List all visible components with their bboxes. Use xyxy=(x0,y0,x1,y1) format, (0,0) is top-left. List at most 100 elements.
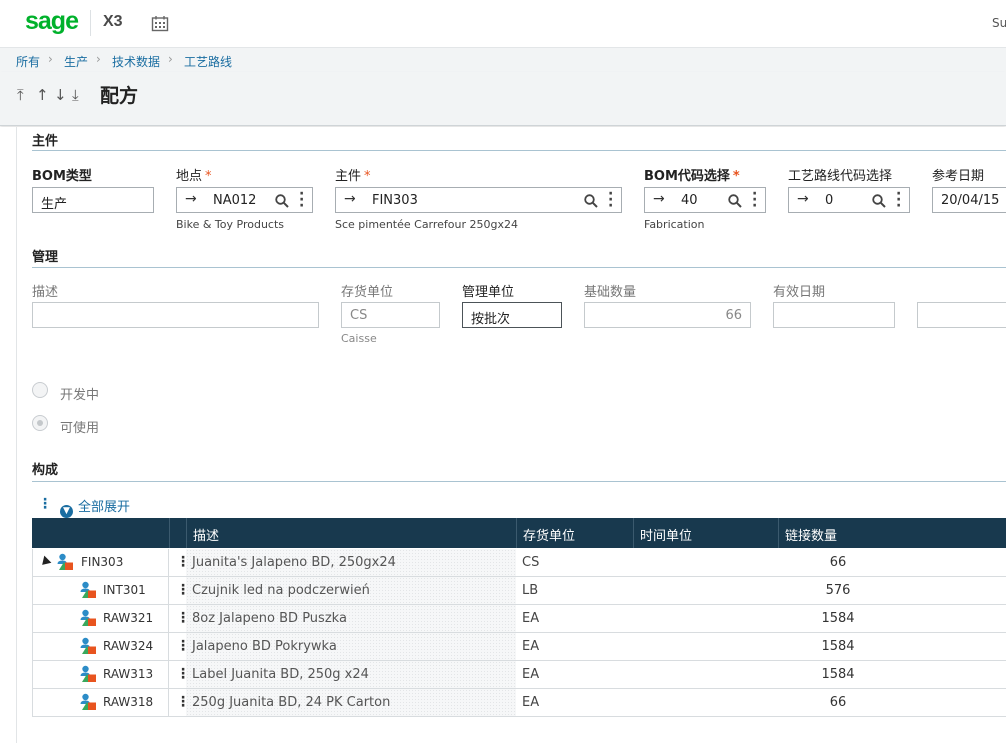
tree-cell[interactable]: RAW324 xyxy=(32,633,169,660)
column-header-time-unit[interactable]: 时间单位 xyxy=(633,518,778,548)
radio-in-development[interactable] xyxy=(32,382,48,398)
valid-date-field[interactable] xyxy=(773,302,895,328)
mgmt-unit-field[interactable]: 按批次 xyxy=(462,302,562,328)
item-person-icon xyxy=(79,609,97,627)
breadcrumb-item-all[interactable]: 所有 xyxy=(16,53,40,70)
tree-cell[interactable]: INT301 xyxy=(32,577,169,604)
column-header-description[interactable]: 描述 xyxy=(186,518,516,548)
component-link-qty[interactable]: 66 xyxy=(773,555,903,570)
component-description[interactable]: Jalapeno BD Pokrywka xyxy=(186,633,516,660)
radio-available[interactable] xyxy=(32,415,48,431)
site-field[interactable]: → NA012 · · · xyxy=(176,187,313,213)
component-link-qty[interactable]: 576 xyxy=(773,583,903,598)
bom-code-label-text: BOM代码选择 xyxy=(644,169,730,184)
column-header-stock-unit[interactable]: 存货单位 xyxy=(516,518,633,548)
arrow-right-icon[interactable]: → xyxy=(797,191,809,207)
description-field[interactable] xyxy=(32,302,319,328)
ref-date-field[interactable]: 20/04/15 xyxy=(932,187,1006,213)
user-menu[interactable]: Su xyxy=(992,16,1006,30)
item-person-icon xyxy=(79,693,97,711)
vertical-dots-icon[interactable]: · · · xyxy=(752,188,757,212)
first-record-icon[interactable]: ⤒ xyxy=(17,86,24,104)
app-name[interactable]: X3 xyxy=(103,13,123,31)
extra-field[interactable] xyxy=(917,302,1006,328)
component-stock-unit[interactable]: CS xyxy=(516,549,545,576)
site-value: NA012 xyxy=(213,193,257,208)
table-row[interactable]: INT301 ⋮ Czujnik led na podczerwień LB 576 xyxy=(32,577,1006,605)
sage-logo[interactable]: sage xyxy=(25,7,79,36)
breadcrumb-item-routing[interactable]: 工艺路线 xyxy=(184,53,232,70)
bom-type-value: 生产 xyxy=(41,197,68,212)
last-record-icon[interactable]: ⤓ xyxy=(72,86,79,104)
table-row[interactable]: RAW324 ⋮ Jalapeno BD Pokrywka EA 1584 xyxy=(32,633,1006,661)
component-time-unit[interactable] xyxy=(633,661,645,688)
section-title-main: 主件 xyxy=(32,134,59,149)
chevron-right-icon: › xyxy=(48,52,53,66)
component-time-unit[interactable] xyxy=(633,633,645,660)
divider xyxy=(32,267,1006,268)
required-icon: * xyxy=(205,169,212,184)
stock-unit-value: CS xyxy=(350,308,368,323)
bom-code-field[interactable]: → 40 · · · xyxy=(644,187,766,213)
calendar-icon[interactable] xyxy=(151,15,169,32)
component-time-unit[interactable] xyxy=(633,549,645,576)
table-header: 描述 存货单位 时间单位 链接数量 xyxy=(32,518,1006,548)
tree-cell[interactable]: RAW318 xyxy=(32,689,169,716)
breadcrumb-item-production[interactable]: 生产 xyxy=(64,53,88,70)
item-label: 主件 * xyxy=(335,165,371,184)
component-description[interactable]: Juanita's Jalapeno BD, 250gx24 xyxy=(186,549,516,576)
bom-code-description: Fabrication xyxy=(644,218,705,231)
next-record-icon[interactable]: ↓ xyxy=(54,86,67,104)
table-row[interactable]: RAW313 ⋮ Label Juanita BD, 250g x24 EA 1584 xyxy=(32,661,1006,689)
component-link-qty[interactable]: 66 xyxy=(773,695,903,710)
component-description[interactable]: Label Juanita BD, 250g x24 xyxy=(186,661,516,688)
arrow-right-icon[interactable]: → xyxy=(185,191,197,207)
table-row[interactable]: RAW321 ⋮ 8oz Jalapeno BD Puszka EA 1584 xyxy=(32,605,1006,633)
vertical-dots-icon[interactable]: · · · xyxy=(608,188,613,212)
component-code: RAW313 xyxy=(103,667,154,681)
valid-date-label: 有效日期 xyxy=(773,285,826,300)
component-description[interactable]: 8oz Jalapeno BD Puszka xyxy=(186,605,516,632)
vertical-dots-icon[interactable]: · · · xyxy=(896,188,901,212)
vertical-dots-icon[interactable]: · · · xyxy=(299,188,304,212)
component-description[interactable]: 250g Juanita BD, 24 PK Carton xyxy=(186,689,516,716)
component-stock-unit[interactable]: EA xyxy=(516,689,545,716)
component-time-unit[interactable] xyxy=(633,577,645,604)
base-qty-field[interactable]: 66 xyxy=(584,302,751,328)
routing-code-field[interactable]: → 0 · · · xyxy=(788,187,910,213)
magnifier-icon[interactable] xyxy=(728,194,742,208)
component-stock-unit[interactable]: LB xyxy=(516,577,544,604)
component-link-qty[interactable]: 1584 xyxy=(773,639,903,654)
chevron-down-icon: ▼ xyxy=(60,505,73,518)
magnifier-icon[interactable] xyxy=(275,194,289,208)
component-time-unit[interactable] xyxy=(633,689,645,716)
tree-cell[interactable]: FIN303 xyxy=(32,549,169,576)
component-stock-unit[interactable]: EA xyxy=(516,605,545,632)
stock-unit-field[interactable]: CS xyxy=(341,302,440,328)
collapse-arrow-icon[interactable] xyxy=(38,555,52,569)
item-field[interactable]: → FIN303 · · · xyxy=(335,187,622,213)
column-header-link-qty[interactable]: 链接数量 xyxy=(778,518,1006,548)
divider xyxy=(32,150,1006,151)
arrow-right-icon[interactable]: → xyxy=(344,191,356,207)
table-row[interactable]: FIN303 ⋮ Juanita's Jalapeno BD, 250gx24 CS 6… xyxy=(32,549,1006,577)
breadcrumb-item-technical-data[interactable]: 技术数据 xyxy=(112,53,160,70)
arrow-right-icon[interactable]: → xyxy=(653,191,665,207)
component-link-qty[interactable]: 1584 xyxy=(773,667,903,682)
component-link-qty[interactable]: 1584 xyxy=(773,611,903,626)
magnifier-icon[interactable] xyxy=(584,194,598,208)
site-description: Bike & Toy Products xyxy=(176,218,285,231)
magnifier-icon[interactable] xyxy=(872,194,886,208)
tree-cell[interactable]: RAW313 xyxy=(32,661,169,688)
expand-all-button[interactable]: ▼ 全部展开 xyxy=(60,496,130,518)
previous-record-icon[interactable]: ↑ xyxy=(36,86,49,104)
table-row[interactable]: RAW318 ⋮ 250g Juanita BD, 24 PK Carton EA 66 xyxy=(32,689,1006,717)
component-time-unit[interactable] xyxy=(633,605,645,632)
table-actions-icon[interactable]: ⋮ xyxy=(38,496,52,512)
tree-cell[interactable]: RAW321 xyxy=(32,605,169,632)
component-stock-unit[interactable]: EA xyxy=(516,633,545,660)
bom-type-field[interactable]: 生产 xyxy=(32,187,154,213)
component-description[interactable]: Czujnik led na podczerwień xyxy=(186,577,516,604)
component-stock-unit[interactable]: EA xyxy=(516,661,545,688)
divider xyxy=(32,481,1006,482)
